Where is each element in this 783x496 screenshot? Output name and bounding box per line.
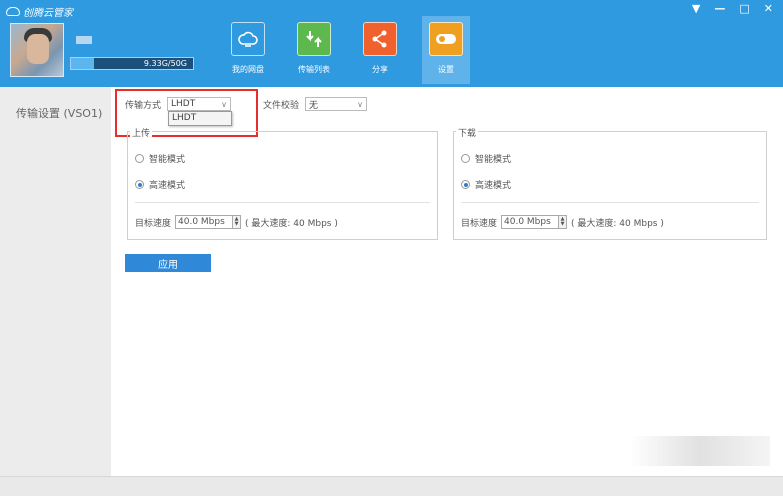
app-title: 创腾云管家 xyxy=(23,8,73,19)
cloud-icon xyxy=(231,22,265,56)
watermark-blurred xyxy=(630,436,770,466)
transfer-icon xyxy=(297,22,331,56)
upload-fast-mode-option[interactable]: 高速模式 xyxy=(135,178,185,191)
upload-group-title: 上传 xyxy=(130,126,153,139)
nav-share[interactable]: 分享 xyxy=(356,16,404,84)
chevron-down-icon: ∨ xyxy=(357,99,364,109)
upload-speed-row: 目标速度 40.0 Mbps ▲ ▼ ( 最大速度: 40 Mbps ) xyxy=(135,215,338,229)
upload-target-speed-label: 目标速度 xyxy=(135,218,172,229)
maximize-icon[interactable]: □ xyxy=(739,2,749,15)
radio-icon xyxy=(135,154,144,163)
radio-selected-icon xyxy=(461,180,470,189)
upload-smart-mode-label: 智能模式 xyxy=(149,155,186,165)
radio-icon xyxy=(461,154,470,163)
app-brand: 创腾云管家 xyxy=(6,4,73,19)
download-smart-mode-label: 智能模式 xyxy=(475,155,512,165)
minimize-icon[interactable]: — xyxy=(714,2,725,15)
storage-quota-text: 9.33G/50G xyxy=(143,59,187,68)
file-verify-value: 无 xyxy=(309,100,319,111)
nav-label: 设置 xyxy=(438,65,454,74)
avatar[interactable] xyxy=(10,23,64,77)
share-icon xyxy=(363,22,397,56)
nav-label: 我的网盘 xyxy=(232,65,264,74)
settings-sidebar: 传输设置 (VSO1) xyxy=(0,87,111,476)
radio-selected-icon xyxy=(135,180,144,189)
upload-target-speed-stepper[interactable]: 40.0 Mbps ▲ ▼ xyxy=(175,215,242,229)
stepper-arrows-icon[interactable]: ▲ ▼ xyxy=(558,216,567,228)
download-speed-row: 目标速度 40.0 Mbps ▲ ▼ ( 最大速度: 40 Mbps ) xyxy=(461,215,664,229)
menu-dropdown-icon[interactable]: ▼ xyxy=(692,2,700,15)
divider xyxy=(135,202,430,203)
nav-label: 传输列表 xyxy=(298,65,330,74)
nav-transfer-list[interactable]: 传输列表 xyxy=(290,16,338,84)
storage-quota-fill xyxy=(71,58,95,69)
settings-icon xyxy=(429,22,463,56)
settings-panel: 传输方式 LHDT ∨ 文件校验 无 ∨ LHDT 上传 智能模式 高速模式 目… xyxy=(111,87,783,476)
nav-my-disk[interactable]: 我的网盘 xyxy=(224,16,272,84)
close-icon[interactable]: ✕ xyxy=(764,2,773,15)
divider xyxy=(461,202,759,203)
download-group-title: 下载 xyxy=(456,126,479,139)
download-group: 下载 智能模式 高速模式 目标速度 40.0 Mbps ▲ ▼ ( 最大速度: 4… xyxy=(453,126,767,240)
upload-target-speed-value: 40.0 Mbps xyxy=(178,217,225,227)
download-target-speed-value: 40.0 Mbps xyxy=(504,217,551,227)
file-verify-label: 文件校验 xyxy=(263,100,300,111)
upload-smart-mode-option[interactable]: 智能模式 xyxy=(135,152,185,165)
sidebar-item-transfer-settings[interactable]: 传输设置 (VSO1) xyxy=(0,87,111,121)
upload-max-speed-text: ( 最大速度: 40 Mbps ) xyxy=(245,218,338,229)
app-logo-icon xyxy=(6,7,20,16)
nav-label: 分享 xyxy=(372,65,388,74)
upload-fast-mode-label: 高速模式 xyxy=(149,181,186,191)
download-target-speed-stepper[interactable]: 40.0 Mbps ▲ ▼ xyxy=(501,215,568,229)
apply-button[interactable]: 应用 xyxy=(125,254,211,272)
stepper-arrows-icon[interactable]: ▲ ▼ xyxy=(232,216,241,228)
title-bar: 创腾云管家 ▼ — □ ✕ 9.33G/50G 我的网盘 传输列表 分享 设置 xyxy=(0,0,783,87)
upload-group: 上传 智能模式 高速模式 目标速度 40.0 Mbps ▲ ▼ ( 最大速度: 4… xyxy=(127,126,438,240)
status-bar xyxy=(0,476,783,496)
download-target-speed-label: 目标速度 xyxy=(461,218,498,229)
download-fast-mode-option[interactable]: 高速模式 xyxy=(461,178,511,191)
main-nav: 我的网盘 传输列表 分享 设置 xyxy=(224,16,488,84)
download-max-speed-text: ( 最大速度: 40 Mbps ) xyxy=(571,218,664,229)
storage-quota-bar: 9.33G/50G xyxy=(70,57,194,70)
window-controls: ▼ — □ ✕ xyxy=(692,2,773,15)
file-verify-select[interactable]: 无 ∨ xyxy=(305,97,368,111)
username-blurred xyxy=(76,36,92,44)
download-smart-mode-option[interactable]: 智能模式 xyxy=(461,152,511,165)
download-fast-mode-label: 高速模式 xyxy=(475,181,512,191)
nav-settings[interactable]: 设置 xyxy=(422,16,470,84)
